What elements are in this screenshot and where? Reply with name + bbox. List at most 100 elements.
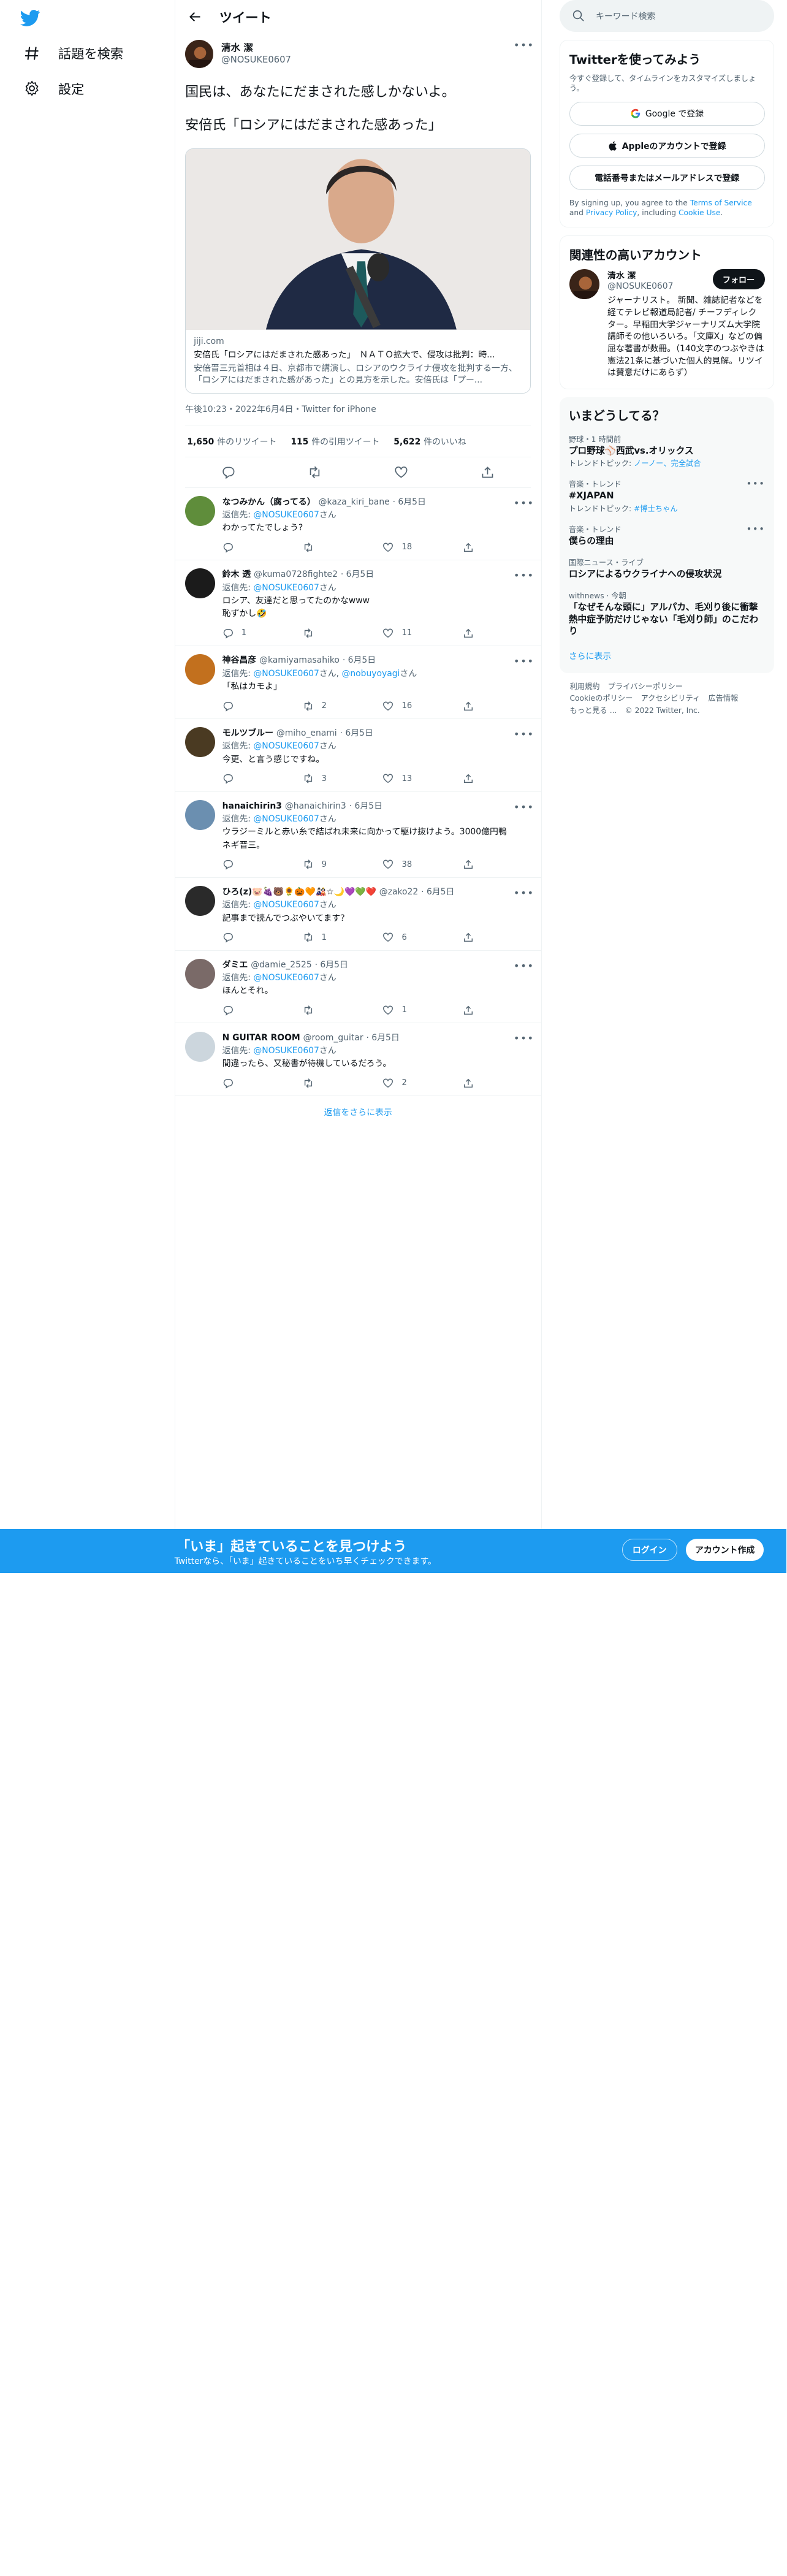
- reply-tweet[interactable]: なつみかん（腐ってる） @kaza_kiri_bane · 6月5日 返信先: @NO…: [175, 488, 541, 561]
- like-action[interactable]: 11: [382, 627, 443, 639]
- retweet-action[interactable]: [303, 1077, 363, 1089]
- mention-link[interactable]: @NOSUKE0607: [253, 583, 319, 593]
- avatar[interactable]: [185, 568, 216, 599]
- like-count-link[interactable]: 5,622 件のいいね: [394, 435, 466, 448]
- reply-tweet[interactable]: ひろ(z)🐷🍇🐻🌻🎃🧡🎎☆🌙💜💚❤️ @zako22 · 6月5日 返信先: @NOS…: [175, 878, 541, 951]
- trend-item[interactable]: 音楽・トレンド #XJAPAN トレンドトピック: #博士ちゃん •••: [569, 479, 766, 514]
- reply-handle[interactable]: @zako22: [379, 886, 418, 899]
- more-options-icon[interactable]: •••: [514, 959, 533, 973]
- reply-date[interactable]: · 6月5日: [341, 568, 374, 581]
- trend-topic-link[interactable]: #博士ちゃん: [634, 505, 678, 513]
- more-options-icon[interactable]: •••: [514, 886, 533, 900]
- tweet-timestamp[interactable]: 午後10:23・2022年6月4日・Twitter for iPhone: [185, 394, 531, 426]
- reply-display-name[interactable]: 神谷昌彦: [222, 654, 257, 667]
- reply-handle[interactable]: @hanaichirin3: [285, 800, 346, 813]
- retweet-action[interactable]: 3: [303, 772, 363, 785]
- reply-tweet[interactable]: ダミエ @damie_2525 · 6月5日 返信先: @NOSUKE0607さん ほん…: [175, 951, 541, 1024]
- reply-date[interactable]: · 6月5日: [340, 727, 373, 740]
- reply-handle[interactable]: @miho_enami: [276, 727, 337, 740]
- avatar[interactable]: [185, 958, 216, 989]
- twitter-logo-icon[interactable]: [20, 8, 40, 28]
- reply-date[interactable]: · 6月5日: [349, 800, 382, 813]
- footer-link[interactable]: プライバシーポリシー: [608, 682, 683, 691]
- reply-tweet[interactable]: N GUITAR ROOM @room_guitar · 6月5日 返信先: @NOS…: [175, 1023, 541, 1097]
- phone-email-signup-button[interactable]: 電話番号またはメールアドレスで登録: [569, 166, 765, 190]
- like-icon[interactable]: [394, 464, 409, 480]
- reply-tweet[interactable]: 神谷昌彦 @kamiyamasahiko · 6月5日 返信先: @NOSUKE060…: [175, 646, 541, 720]
- share-action[interactable]: [463, 541, 483, 554]
- like-action[interactable]: 2: [382, 1077, 443, 1089]
- trend-item[interactable]: withnews · 今朝 「なぜそんな頭に」アルパカ、毛刈り後に衝撃 熱中症予防…: [569, 590, 767, 638]
- avatar[interactable]: [569, 269, 599, 299]
- trend-item[interactable]: 音楽・トレンド 僕らの理由 •••: [569, 524, 766, 547]
- avatar[interactable]: [185, 885, 216, 916]
- footer-link[interactable]: 広告情報: [708, 694, 738, 703]
- terms-link[interactable]: Terms of Service: [690, 199, 752, 207]
- share-action[interactable]: [463, 858, 483, 871]
- trend-item[interactable]: 野球・1 時間前 プロ野球⚾西武vs.オリックス トレンドトピック: ノーノー、完全…: [569, 434, 766, 469]
- reply-handle[interactable]: @kaza_kiri_bane: [319, 496, 390, 509]
- more-options-icon[interactable]: •••: [747, 524, 766, 535]
- avatar[interactable]: [185, 495, 216, 526]
- quote-count-link[interactable]: 115 件の引用ツイート: [291, 435, 379, 448]
- like-action[interactable]: 1: [382, 1004, 443, 1016]
- retweet-action[interactable]: 1: [303, 931, 363, 944]
- more-options-icon[interactable]: •••: [514, 1032, 533, 1046]
- avatar[interactable]: [185, 654, 216, 685]
- mention-link[interactable]: @NOSUKE0607: [253, 973, 319, 983]
- reply-handle[interactable]: @kamiyamasahiko: [259, 654, 340, 667]
- reply-action[interactable]: [222, 931, 283, 944]
- reply-date[interactable]: · 6月5日: [315, 959, 348, 972]
- retweet-action[interactable]: 9: [303, 858, 363, 871]
- like-action[interactable]: 6: [382, 931, 443, 944]
- share-action[interactable]: [463, 1004, 483, 1016]
- share-action[interactable]: [463, 1077, 483, 1089]
- reply-tweet[interactable]: hanaichirin3 @hanaichirin3 · 6月5日 返信先: @NOS…: [175, 792, 541, 878]
- more-options-icon[interactable]: •••: [514, 496, 533, 510]
- share-icon[interactable]: [480, 464, 496, 480]
- avatar[interactable]: [185, 799, 216, 831]
- nav-settings[interactable]: 設定: [12, 70, 94, 107]
- reply-icon[interactable]: [221, 464, 237, 480]
- footer-link[interactable]: 利用規約: [569, 682, 599, 691]
- reply-date[interactable]: · 6月5日: [366, 1032, 399, 1045]
- mention-link[interactable]: @NOSUKE0607: [253, 510, 319, 520]
- nav-explore[interactable]: 話題を検索: [12, 35, 134, 71]
- retweet-icon[interactable]: [307, 464, 323, 480]
- reply-date[interactable]: · 6月5日: [343, 654, 376, 667]
- reply-display-name[interactable]: モルツブルー: [222, 727, 273, 740]
- share-action[interactable]: [463, 699, 483, 712]
- trend-topic-link[interactable]: ノーノー、完全試合: [634, 459, 701, 468]
- mention-link[interactable]: @NOSUKE0607: [253, 741, 319, 751]
- reply-action[interactable]: [222, 699, 283, 712]
- reply-action[interactable]: [222, 1004, 283, 1016]
- reply-action[interactable]: [222, 858, 283, 871]
- reply-action[interactable]: 1: [222, 627, 283, 639]
- related-account[interactable]: 清水 潔 @NOSUKE0607 フォロー ジャーナリスト。 新聞、雑誌記者など…: [569, 269, 765, 379]
- reply-tweet[interactable]: モルツブルー @miho_enami · 6月5日 返信先: @NOSUKE0607さ…: [175, 719, 541, 792]
- search-input[interactable]: キーワード検索: [560, 0, 775, 32]
- retweet-action[interactable]: [303, 1004, 363, 1016]
- login-button[interactable]: ログイン: [622, 1539, 677, 1561]
- reply-display-name[interactable]: hanaichirin3: [222, 800, 282, 813]
- trends-show-more[interactable]: さらに表示: [569, 650, 766, 662]
- mention-link[interactable]: @NOSUKE0607: [253, 1046, 319, 1056]
- reply-date[interactable]: · 6月5日: [393, 496, 426, 509]
- apple-signup-button[interactable]: Appleのアカウントで登録: [569, 134, 765, 158]
- more-options-icon[interactable]: •••: [514, 800, 533, 814]
- follow-button[interactable]: フォロー: [712, 269, 765, 289]
- footer-link[interactable]: もっと見る ...: [569, 706, 617, 715]
- reply-action[interactable]: [222, 1077, 283, 1089]
- back-arrow-icon[interactable]: [185, 7, 205, 27]
- like-action[interactable]: 16: [382, 699, 443, 712]
- link-card[interactable]: jiji.com 安倍氏「ロシアにはだまされた感あった」 ＮＡＴＯ拡大で、侵攻は…: [185, 148, 531, 394]
- retweet-action[interactable]: 2: [303, 699, 363, 712]
- footer-link[interactable]: Cookieのポリシー: [569, 694, 633, 703]
- mention-link[interactable]: @NOSUKE0607: [253, 814, 319, 824]
- reply-display-name[interactable]: N GUITAR ROOM: [222, 1032, 300, 1045]
- reply-display-name[interactable]: ダミエ: [222, 959, 248, 972]
- cookie-link[interactable]: Cookie Use: [679, 208, 720, 217]
- mention-link[interactable]: @NOSUKE0607: [253, 900, 319, 910]
- retweet-count-link[interactable]: 1,650 件のリツイート: [187, 435, 276, 448]
- like-action[interactable]: 18: [382, 541, 443, 554]
